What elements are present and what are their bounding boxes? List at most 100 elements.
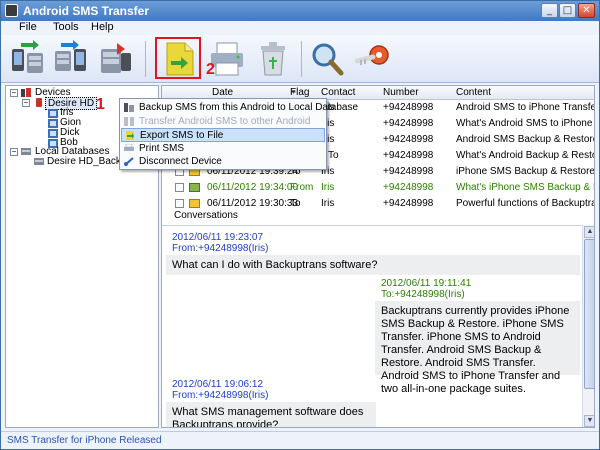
row-content: iPhone SMS Backup & Restore ca... <box>456 166 595 177</box>
message-sender: From:+94248998(Iris) <box>172 390 269 401</box>
row-checkbox[interactable] <box>175 199 184 208</box>
row-date: 06/11/2012 19:34:00 <box>207 182 299 193</box>
tab-conversations[interactable]: Conversations <box>174 210 244 224</box>
row-number: +94248998 <box>383 198 434 209</box>
conversation-view: 2012/06/11 19:23:07 From:+94248998(Iris)… <box>162 225 594 428</box>
status-bar: SMS Transfer for iPhone Released <box>1 431 599 449</box>
table-row[interactable]: 06/11/2012 19:34:00 From Iris +94248998 … <box>162 180 594 196</box>
title-bar: Android SMS Transfer _ □ ✕ <box>1 1 599 21</box>
collapse-toggle[interactable]: − <box>10 89 18 97</box>
menu-tools[interactable]: Tools <box>53 21 79 33</box>
menu-item-label: Transfer Android SMS to other Android <box>139 116 311 127</box>
transfer-icon <box>124 117 134 126</box>
close-button[interactable]: ✕ <box>578 3 595 18</box>
register-button[interactable] <box>353 39 393 79</box>
backup-icon <box>124 103 134 112</box>
contact-icon <box>48 109 58 118</box>
menu-item-disconnect[interactable]: Disconnect Device <box>121 155 325 169</box>
disconnect-icon <box>124 157 134 166</box>
menu-item-print-sms[interactable]: Print SMS <box>121 142 325 156</box>
row-content: What's Android Backup & Restore. <box>456 150 595 161</box>
callout-number-2: 2 <box>206 61 215 78</box>
contact-icon <box>48 119 58 128</box>
scroll-up-icon[interactable]: ▲ <box>584 226 594 238</box>
collapse-toggle[interactable]: − <box>10 148 18 156</box>
message-text: What can I do with Backuptrans software? <box>172 259 378 271</box>
row-number: +94248998 <box>383 118 434 129</box>
row-content: Android SMS to iPhone Transfer i... <box>456 102 594 113</box>
menu-item-label: Export SMS to File <box>140 130 224 141</box>
column-flag[interactable]: Flag <box>290 87 309 98</box>
restore-button[interactable] <box>51 39 91 79</box>
backup-file-icon <box>34 158 44 165</box>
key-icon <box>354 45 389 65</box>
database-icon <box>21 148 31 155</box>
row-date: 06/11/2012 19:30:33 <box>207 198 299 209</box>
received-message-icon <box>189 199 200 208</box>
device-context-menu: Backup SMS from this Android to Local Da… <box>119 98 358 170</box>
row-checkbox[interactable] <box>175 183 184 192</box>
toolbar-separator <box>145 41 146 77</box>
backup-icon <box>12 40 43 73</box>
row-flag: To <box>290 198 301 209</box>
contact-icon <box>48 129 58 138</box>
row-number: +94248998 <box>383 150 434 161</box>
search-button[interactable] <box>307 39 347 79</box>
row-content: What's iPhone SMS Backup & Res... <box>456 182 594 193</box>
menu-item-transfer-android: Transfer Android SMS to other Android <box>121 115 325 129</box>
scroll-thumb[interactable] <box>584 239 594 389</box>
row-content: Powerful functions of Backuptrans... <box>456 198 594 209</box>
menu-item-label: Backup SMS from this Android to Local Da… <box>139 102 359 113</box>
transfer-button[interactable] <box>95 39 135 79</box>
message-time: 2012/06/11 19:23:07 <box>172 232 264 243</box>
column-date[interactable]: Date <box>212 87 233 98</box>
menu-help[interactable]: Help <box>91 21 114 33</box>
search-icon <box>312 43 344 76</box>
maximize-button[interactable]: □ <box>559 3 576 18</box>
column-content[interactable]: Content <box>456 87 491 98</box>
restore-icon <box>55 40 86 71</box>
message-text: Backuptrans currently provides iPhone SM… <box>381 305 570 395</box>
menu-item-export-sms[interactable]: Export SMS to File <box>121 128 325 142</box>
message-sender: To:+94248998(Iris) <box>381 289 465 300</box>
menu-item-backup-sms[interactable]: Backup SMS from this Android to Local Da… <box>121 101 358 115</box>
scroll-down-icon[interactable]: ▼ <box>584 415 594 427</box>
row-flag: From <box>290 182 314 193</box>
devices-icon <box>21 88 31 97</box>
window-title: Android SMS Transfer <box>23 4 150 18</box>
row-number: +94248998 <box>383 166 434 177</box>
app-icon <box>5 4 18 17</box>
menu-bar: File Tools Help <box>1 21 599 35</box>
minimize-button[interactable]: _ <box>541 3 558 18</box>
row-contact: Iris <box>321 182 335 193</box>
row-flag: To <box>328 150 339 161</box>
collapse-toggle[interactable]: − <box>22 99 30 107</box>
row-content: Android SMS Backup & Restore c... <box>456 134 595 145</box>
callout-number-1: 1 <box>96 96 105 113</box>
app-window: Android SMS Transfer _ □ ✕ File Tools He… <box>0 0 600 450</box>
message-time: 2012/06/11 19:06:12 <box>172 379 264 390</box>
toolbar-separator <box>301 41 302 77</box>
message-bubble: What SMS management software does Backup… <box>166 402 376 428</box>
delete-button[interactable] <box>253 39 293 79</box>
row-contact: Iris <box>321 198 335 209</box>
message-text: What SMS management software does Backup… <box>172 406 364 428</box>
message-bubble: Backuptrans currently provides iPhone SM… <box>375 301 580 395</box>
column-contact[interactable]: Contact <box>321 87 355 98</box>
message-time: 2012/06/11 19:11:41 <box>381 278 472 289</box>
export-icon <box>126 131 134 140</box>
sent-message-icon <box>189 183 200 192</box>
delete-icon <box>261 42 285 76</box>
database-icon <box>101 43 131 73</box>
highlight-box-export <box>155 37 201 79</box>
menu-item-label: Print SMS <box>139 143 185 154</box>
column-number[interactable]: Number <box>383 87 419 98</box>
message-sender: From:+94248998(Iris) <box>172 243 269 254</box>
conversation-scrollbar[interactable]: ▲ ▼ <box>582 225 594 427</box>
row-number: +94248998 <box>383 102 434 113</box>
print-icon <box>124 144 134 151</box>
menu-file[interactable]: File <box>19 21 37 33</box>
backup-button[interactable] <box>7 39 47 79</box>
message-bubble: What can I do with Backuptrans software? <box>166 255 580 275</box>
status-message[interactable]: SMS Transfer for iPhone Released <box>7 435 162 446</box>
